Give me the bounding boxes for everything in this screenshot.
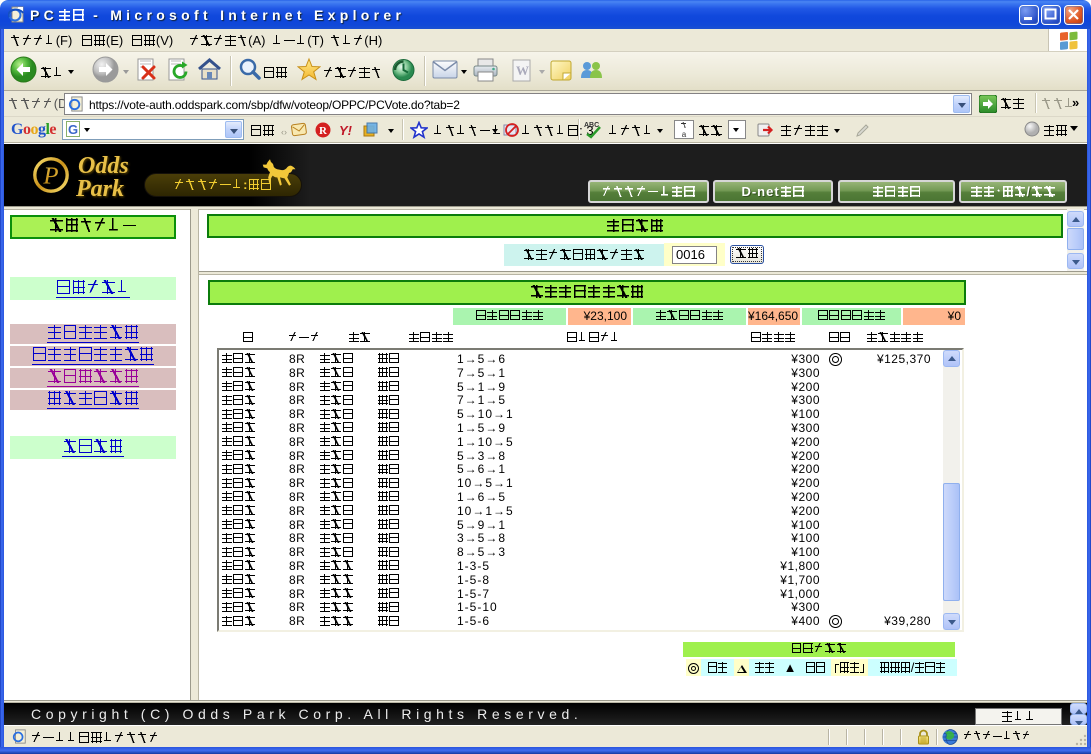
svg-text:W: W <box>516 63 529 78</box>
svg-text:ABC: ABC <box>584 122 599 129</box>
svg-text:Y!: Y! <box>339 123 353 137</box>
svg-text:P: P <box>42 163 58 190</box>
svg-text:R: R <box>319 125 328 137</box>
